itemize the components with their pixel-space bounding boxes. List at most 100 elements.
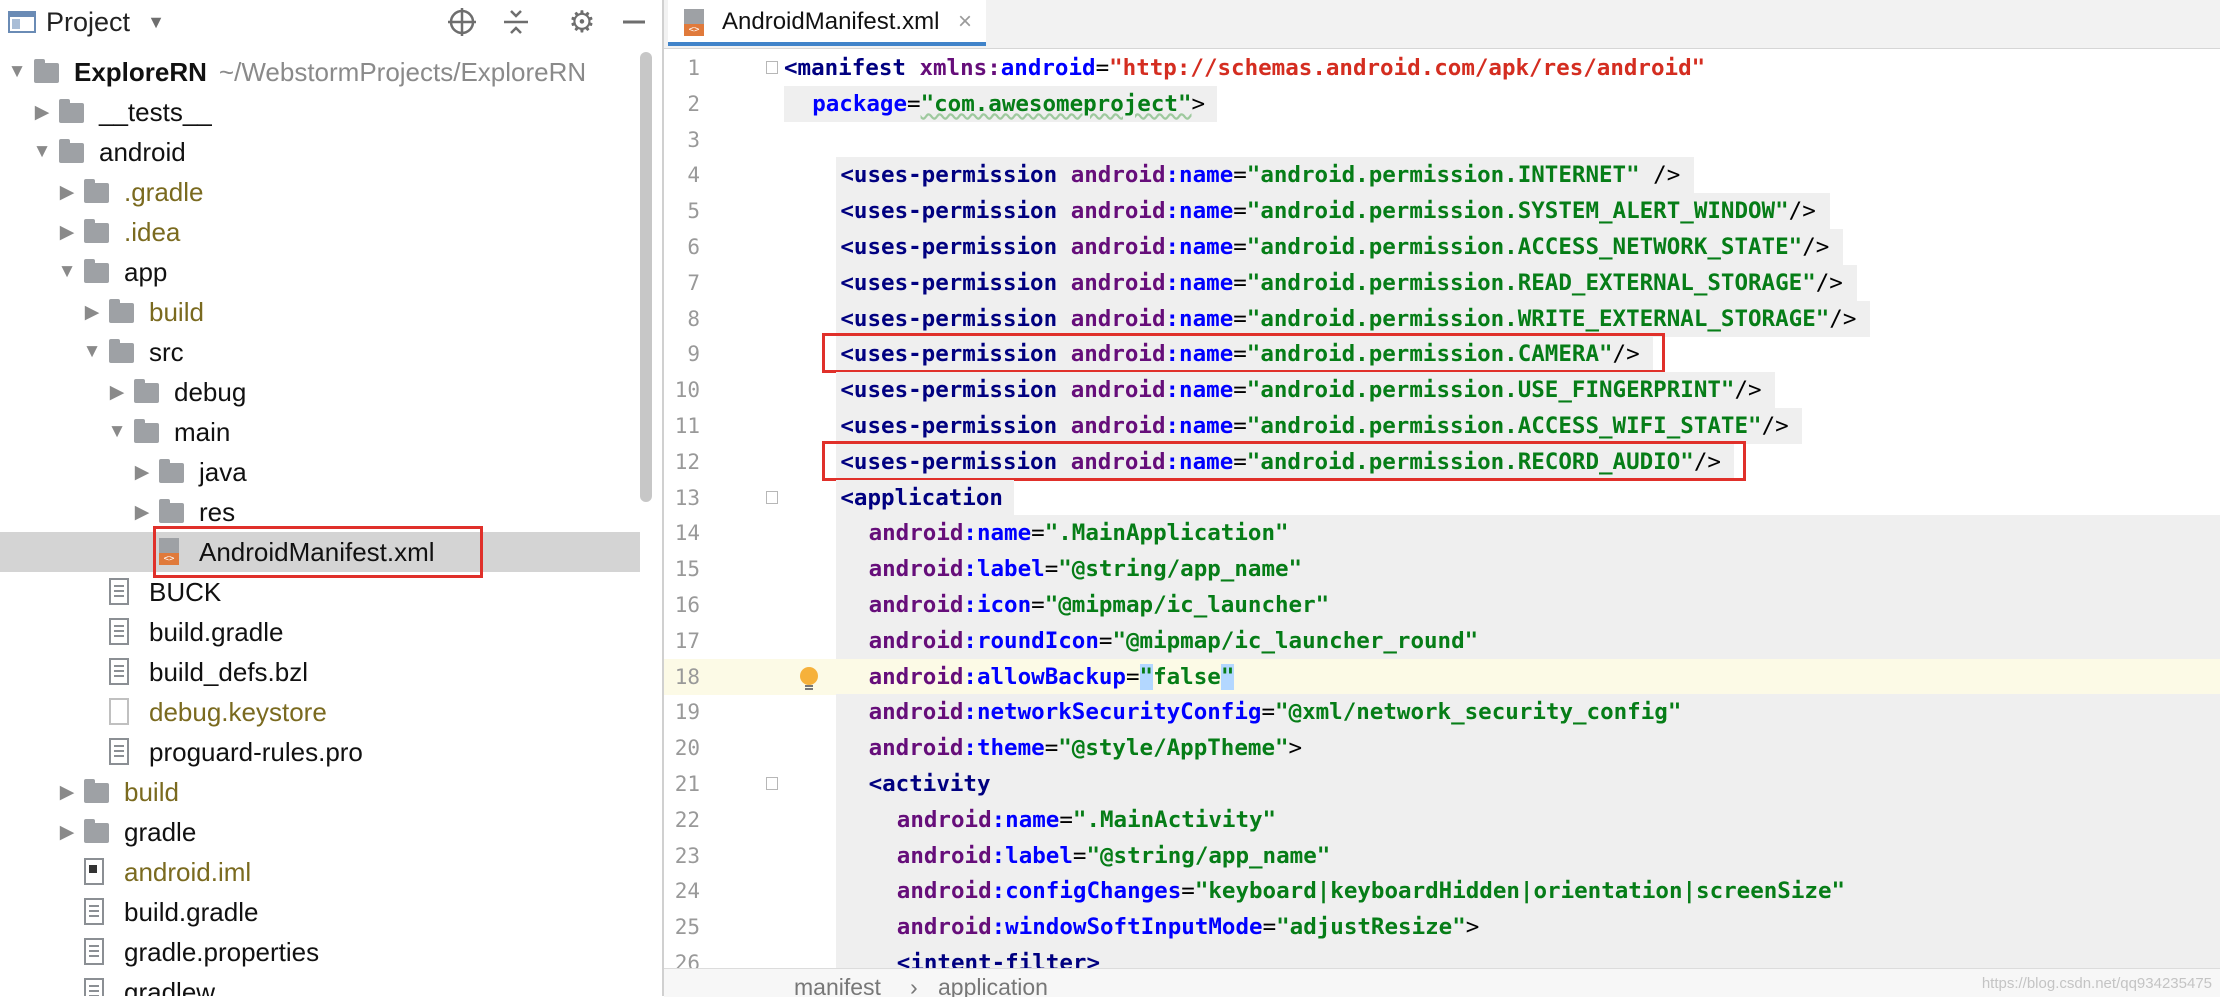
code-line[interactable]: 2 package="com.awesomeproject">: [664, 85, 2220, 122]
locate-target-icon[interactable]: [446, 6, 478, 38]
code-editor[interactable]: 1 <manifest xmlns:android="http://schemas…: [664, 50, 2220, 968]
tab-close-icon[interactable]: ×: [958, 0, 972, 44]
tab-android-manifest[interactable]: AndroidManifest.xml ×: [668, 0, 986, 46]
code-line[interactable]: 23 android:label="@string/app_name": [664, 837, 2220, 874]
collapsed-arrow-icon[interactable]: ▶: [52, 812, 82, 852]
code-line[interactable]: 22 android:name=".MainActivity": [664, 801, 2220, 838]
code-token: =: [1233, 234, 1247, 260]
code-line[interactable]: 3: [664, 122, 2220, 158]
tree-item-android[interactable]: ▼ android: [0, 132, 640, 172]
expanded-arrow-icon[interactable]: ▼: [27, 132, 57, 172]
collapsed-arrow-icon[interactable]: ▶: [127, 492, 157, 532]
tree-item-idea[interactable]: ▶ .idea: [0, 212, 640, 252]
tree-item-gradle-properties[interactable]: gradle.properties: [0, 932, 640, 972]
collapsed-arrow-icon[interactable]: ▶: [52, 172, 82, 212]
tree-item-gradlew[interactable]: gradlew: [0, 972, 640, 996]
code-line[interactable]: 26 <intent-filter>: [664, 945, 2220, 968]
fold-marker-icon[interactable]: [766, 61, 778, 74]
code-line[interactable]: 20 android:theme="@style/AppTheme">: [664, 730, 2220, 767]
tree-item-gradle[interactable]: ▶ gradle: [0, 812, 640, 852]
code-line[interactable]: 18 android:allowBackup="false": [664, 658, 2220, 695]
code-text: <uses-permission android:name="android.p…: [840, 336, 1639, 372]
code-token: =: [1098, 627, 1113, 654]
code-line[interactable]: 4 <uses-permission android:name="android.…: [664, 157, 2220, 194]
tree-item-build[interactable]: ▶ build: [0, 292, 640, 332]
tree-item-gradle[interactable]: ▶ .gradle: [0, 172, 640, 212]
expanded-arrow-icon[interactable]: ▼: [102, 412, 132, 452]
intention-bulb-icon[interactable]: [800, 666, 818, 691]
collapsed-arrow-icon[interactable]: ▶: [102, 372, 132, 412]
code-text: android:icon="@mipmap/ic_launcher": [869, 587, 1330, 623]
code-line[interactable]: 5 <uses-permission android:name="android.…: [664, 193, 2220, 230]
collapsed-arrow-icon[interactable]: ▶: [77, 292, 107, 332]
gear-icon[interactable]: ⚙: [566, 6, 598, 39]
code-token: android: [1070, 448, 1166, 475]
code-line[interactable]: 21 <activity: [664, 766, 2220, 802]
tree-item-android-iml[interactable]: android.iml: [0, 852, 640, 892]
tree-item-build-defs-bzl[interactable]: build_defs.bzl: [0, 652, 640, 692]
tree-item-java[interactable]: ▶ java: [0, 452, 640, 492]
collapse-all-icon[interactable]: [500, 6, 532, 38]
project-tree-scrollbar[interactable]: [640, 52, 652, 502]
code-line[interactable]: 1 <manifest xmlns:android="http://schemas…: [664, 50, 2220, 86]
expanded-arrow-icon[interactable]: ▼: [52, 252, 82, 292]
fold-marker-icon[interactable]: [766, 777, 778, 790]
tree-item-androidmanifest-xml[interactable]: AndroidManifest.xml: [0, 526, 640, 578]
tree-item-build-gradle[interactable]: build.gradle: [0, 892, 640, 932]
tree-item-src[interactable]: ▼ src: [0, 332, 640, 372]
fold-marker-icon[interactable]: [766, 490, 778, 504]
tree-item-label: AndroidManifest.xml: [199, 537, 435, 567]
code-text: android:name=".MainActivity": [897, 802, 1276, 838]
code-token: =: [1233, 377, 1247, 404]
code-line[interactable]: 13 <application: [664, 479, 2220, 516]
code-line[interactable]: 19 android:networkSecurityConfig="@xml/ne…: [664, 694, 2220, 731]
code-line[interactable]: 14 android:name=".MainApplication": [664, 515, 2220, 552]
line-number: 14: [674, 521, 700, 546]
tree-item-debug[interactable]: ▶ debug: [0, 372, 640, 412]
tree-item-build-gradle[interactable]: build.gradle: [0, 612, 640, 652]
code-text: android:windowSoftInputMode="adjustResiz…: [897, 909, 1480, 945]
code-line[interactable]: 24 android:configChanges="keyboard|keyboa…: [664, 873, 2220, 910]
tree-item-proguard-rules-pro[interactable]: proguard-rules.pro: [0, 732, 640, 772]
tree-item-buck[interactable]: BUCK: [0, 572, 640, 612]
code-line[interactable]: 9 <uses-permission android:name="android.…: [664, 333, 2220, 374]
tree-item-tests[interactable]: ▶ __tests__: [0, 92, 640, 132]
project-view-title[interactable]: Project: [46, 0, 130, 44]
collapsed-arrow-icon[interactable]: ▶: [52, 772, 82, 812]
code-text: <uses-permission android:name="android.p…: [840, 157, 1680, 193]
code-token: =: [1044, 556, 1059, 583]
breadcrumb-item-application[interactable]: application: [938, 973, 1048, 997]
tree-item-explorern[interactable]: ▼ ExploreRN ~/WebstormProjects/ExploreRN: [0, 52, 640, 92]
tree-item-debug-keystore[interactable]: debug.keystore: [0, 692, 640, 732]
code-token: "android.permission.SYSTEM_ALERT_WINDOW": [1246, 198, 1789, 225]
code-line[interactable]: 11 <uses-permission android:name="android…: [664, 408, 2220, 444]
tree-item-app[interactable]: ▼ app: [0, 252, 640, 292]
hide-panel-icon[interactable]: [618, 6, 650, 38]
code-line[interactable]: 12 <uses-permission android:name="android…: [664, 440, 2220, 481]
expanded-arrow-icon[interactable]: ▼: [77, 332, 107, 372]
dropdown-chevron-icon[interactable]: ▼: [140, 6, 172, 38]
code-line[interactable]: 10 <uses-permission android:name="android…: [664, 372, 2220, 409]
code-token: "http://schemas.android.com/apk/res/andr…: [1109, 55, 1706, 81]
code-line[interactable]: 6 <uses-permission android:name="android.…: [664, 229, 2220, 265]
code-line[interactable]: 17 android:roundIcon="@mipmap/ic_launcher…: [664, 622, 2220, 659]
code-token: :name: [1165, 341, 1234, 368]
collapsed-arrow-icon[interactable]: ▶: [52, 212, 82, 252]
code-token: "android.permission.INTERNET": [1246, 162, 1640, 189]
expanded-arrow-icon[interactable]: ▼: [2, 52, 32, 92]
tree-item-label: android: [99, 137, 186, 167]
code-token: =: [1262, 914, 1277, 941]
line-number: 5: [687, 199, 700, 224]
tree-item-res[interactable]: ▶ res: [0, 492, 640, 532]
code-line[interactable]: 25 android:windowSoftInputMode="adjustRes…: [664, 909, 2220, 946]
code-token: />: [1815, 269, 1843, 296]
collapsed-arrow-icon[interactable]: ▶: [127, 452, 157, 492]
code-line[interactable]: 7 <uses-permission android:name="android.…: [664, 264, 2220, 301]
collapsed-arrow-icon[interactable]: ▶: [27, 92, 57, 132]
code-line[interactable]: 16 android:icon="@mipmap/ic_launcher": [664, 587, 2220, 623]
tree-item-build[interactable]: ▶ build: [0, 772, 640, 812]
code-line[interactable]: 8 <uses-permission android:name="android.…: [664, 300, 2220, 337]
code-line[interactable]: 15 android:label="@string/app_name": [664, 551, 2220, 588]
tree-item-main[interactable]: ▼ main: [0, 412, 640, 452]
breadcrumb-item-manifest[interactable]: manifest: [794, 973, 881, 997]
